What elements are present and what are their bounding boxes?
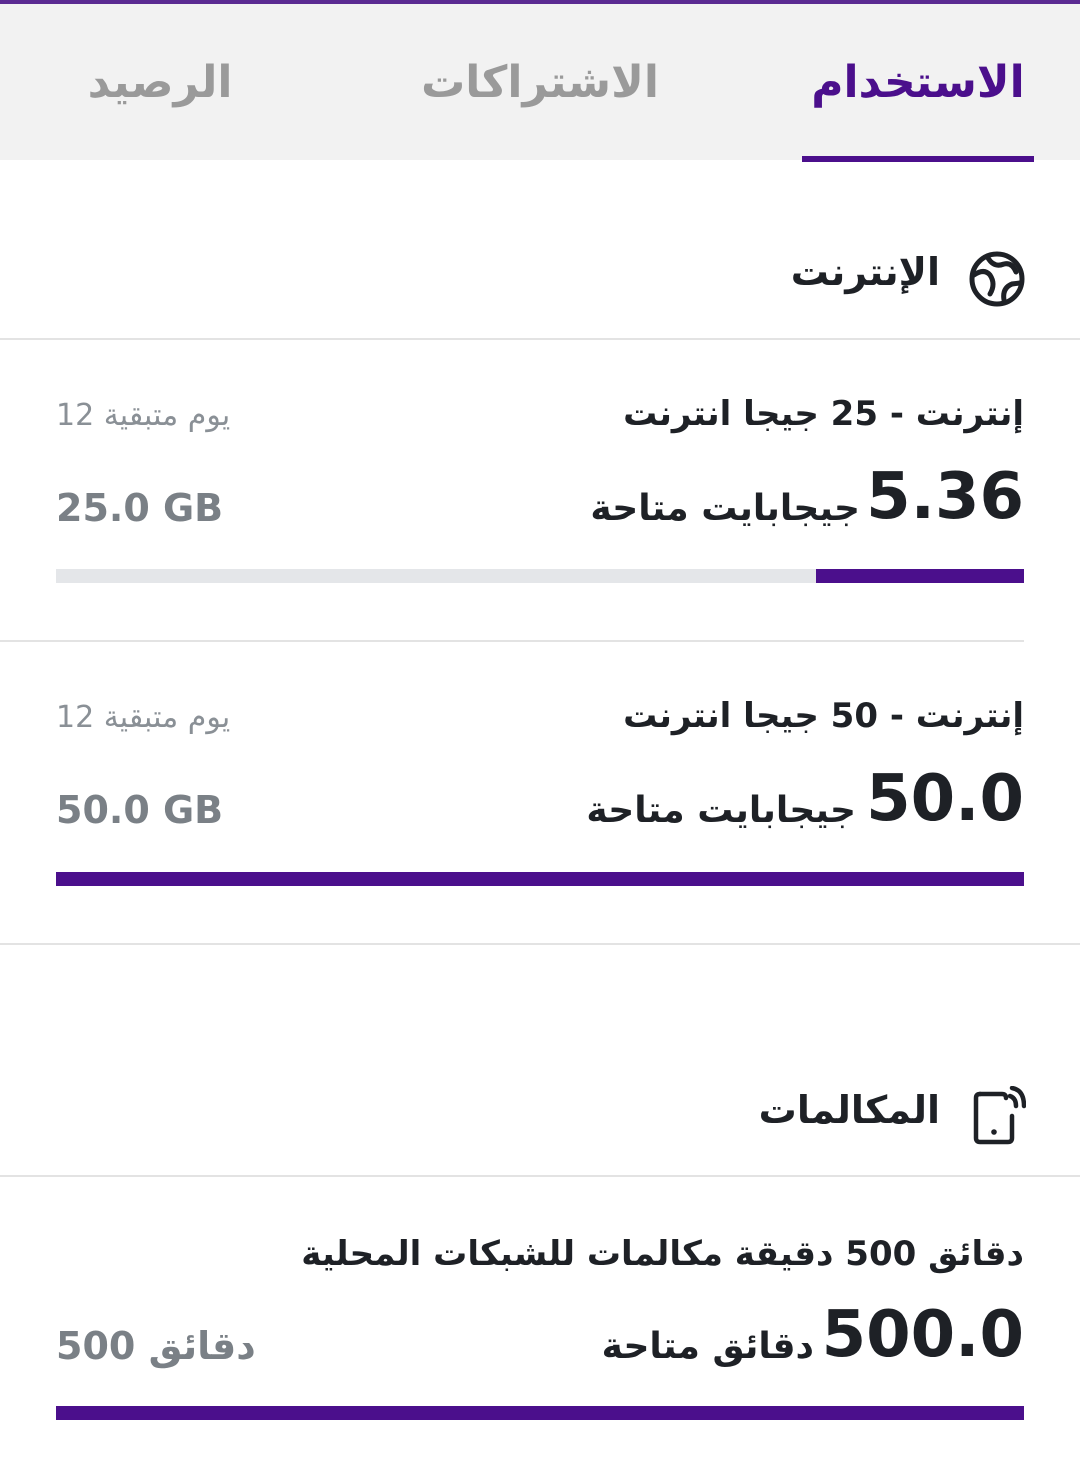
tab-bar: الاستخدام الاشتراكات الرصيد [0, 4, 1080, 162]
usage-progress-bar [56, 872, 1024, 886]
usage-progress-bar [56, 569, 1024, 583]
phone-call-icon [972, 1085, 1027, 1152]
available-amount: 5.36 [866, 460, 1024, 534]
days-remaining: 12 يوم متبقية [56, 700, 231, 735]
calls-section-title: المكالمات [758, 1088, 940, 1132]
divider [0, 943, 1080, 945]
internet-section-title: الإنترنت [790, 250, 940, 294]
calls-section-header: المكالمات [0, 1052, 1080, 1172]
active-tab-indicator [802, 156, 1034, 162]
usage-progress-fill [816, 569, 1024, 583]
available-unit: دقائق متاحة [601, 1326, 814, 1367]
tab-balance[interactable]: الرصيد [60, 4, 260, 160]
available-amount: 50.0 [866, 762, 1024, 836]
tab-usage[interactable]: الاستخدام [802, 4, 1034, 160]
divider [0, 1175, 1080, 1177]
divider [0, 338, 1080, 340]
available-unit: جيجابايت متاحة [586, 790, 856, 831]
globe-icon [968, 250, 1026, 312]
bundle-total: 50.0 GB [56, 788, 224, 832]
divider [0, 640, 1024, 642]
available-amount: 500.0 [821, 1298, 1024, 1372]
usage-progress-fill [56, 1406, 1024, 1420]
usage-progress-fill [56, 872, 1024, 886]
bundle-title: إنترنت - 50 جيجا انترنت [623, 696, 1024, 736]
bundle-total: 500 دقائق [56, 1324, 256, 1368]
bundle-title: إنترنت - 25 جيجا انترنت [623, 394, 1024, 434]
available-unit: جيجابايت متاحة [590, 488, 860, 529]
usage-progress-bar [56, 1406, 1024, 1420]
bundle-title: دقائق 500 دقيقة مكالمات للشبكات المحلية [301, 1234, 1024, 1274]
internet-section-header: الإنترنت [0, 218, 1080, 338]
days-remaining: 12 يوم متبقية [56, 398, 231, 433]
bundle-total: 25.0 GB [56, 486, 224, 530]
tab-subscriptions[interactable]: الاشتراكات [400, 4, 680, 160]
